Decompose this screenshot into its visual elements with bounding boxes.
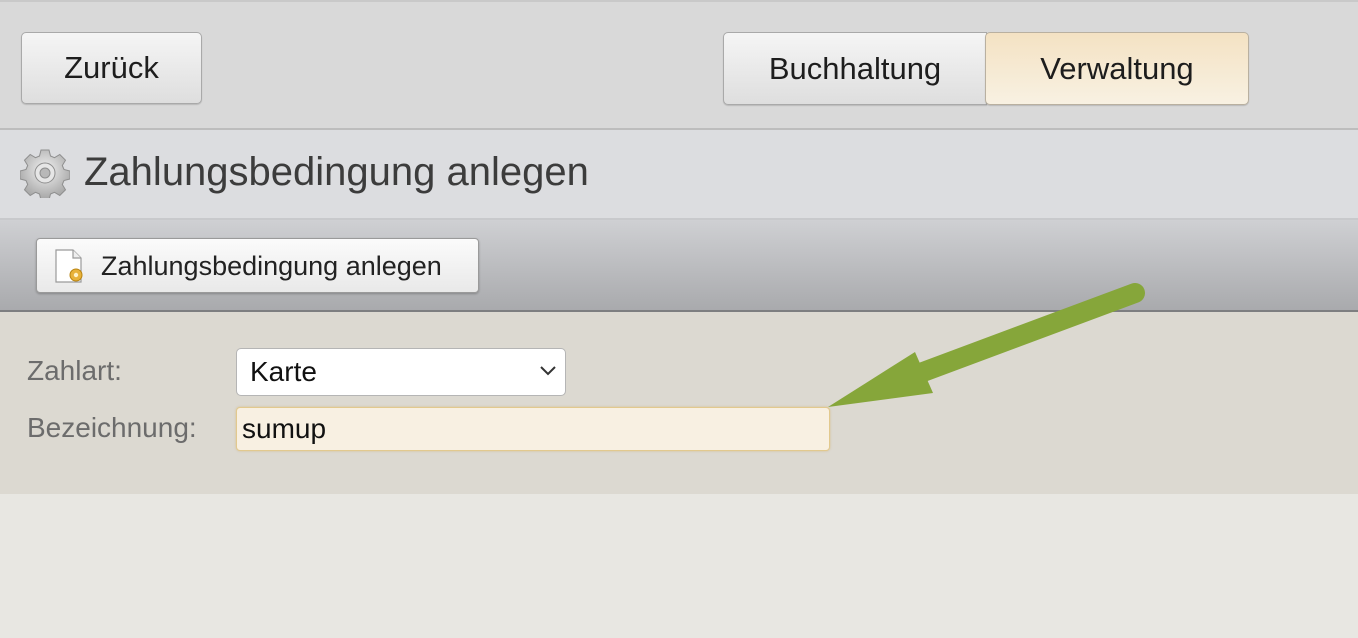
payment-type-label: Zahlart: xyxy=(27,355,122,386)
payment-type-selected-value: Karte xyxy=(250,356,317,387)
designation-label: Bezeichnung: xyxy=(27,412,197,443)
create-payment-term-label: Zahlungsbedingung anlegen xyxy=(101,251,442,281)
page-header: Zahlungsbedingung anlegen xyxy=(0,130,1358,220)
designation-input[interactable] xyxy=(236,407,830,451)
back-button[interactable]: Zurück xyxy=(21,32,202,104)
payment-type-select[interactable]: Karte xyxy=(236,348,566,396)
tab-verwaltung[interactable]: Verwaltung xyxy=(985,32,1249,105)
page-title: Zahlungsbedingung anlegen xyxy=(84,150,589,194)
chevron-down-icon xyxy=(540,366,556,376)
action-toolbar: Zahlungsbedingung anlegen xyxy=(0,220,1358,312)
create-payment-term-button[interactable]: Zahlungsbedingung anlegen xyxy=(36,238,479,293)
gear-icon xyxy=(20,149,70,198)
top-navigation-bar: Zurück Buchhaltung Verwaltung xyxy=(0,0,1358,130)
payment-term-form: Zahlart: Karte Bezeichnung: xyxy=(0,312,1358,494)
new-document-icon xyxy=(55,249,83,283)
tab-buchhaltung[interactable]: Buchhaltung xyxy=(723,32,987,105)
